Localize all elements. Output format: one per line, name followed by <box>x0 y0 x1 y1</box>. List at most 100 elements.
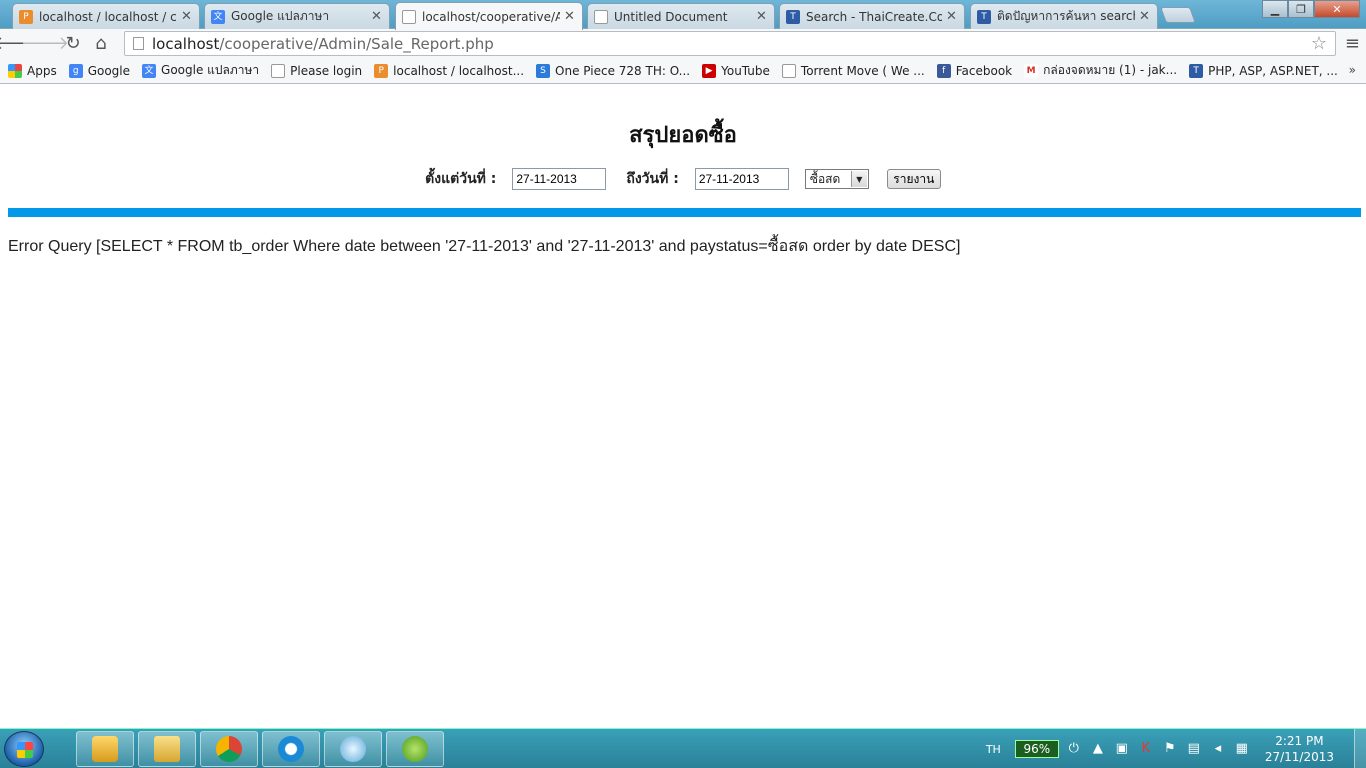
thaicreate-icon: T <box>977 9 991 24</box>
taskbar-media-app[interactable] <box>324 731 382 767</box>
show-desktop-button[interactable] <box>1354 729 1366 768</box>
tab-phpmyadmin[interactable]: P localhost / localhost / coo ✕ <box>12 3 200 29</box>
report-filter-form: ตั้งแต่วันที่ : ถึงวันที่ : ซื้อสด ▼ ราย… <box>0 168 1366 190</box>
taskbar-chrome[interactable] <box>200 731 258 767</box>
bookmark-phpmyadmin[interactable]: Plocalhost / localhost... <box>374 63 525 78</box>
from-date-input[interactable] <box>512 168 607 190</box>
new-tab-button[interactable] <box>1160 7 1196 23</box>
page-icon <box>781 63 796 78</box>
page-icon <box>594 9 608 24</box>
home-icon[interactable]: ⌂ <box>87 31 115 57</box>
from-date-label: ตั้งแต่วันที่ : <box>425 171 497 187</box>
address-bar[interactable]: localhost/cooperative/Admin/Sale_Report.… <box>124 31 1336 56</box>
media-app-icon <box>340 736 366 762</box>
report-button[interactable]: รายงาน <box>886 169 941 189</box>
tab-label: localhost/cooperative/Adm <box>422 9 560 24</box>
outlook-icon <box>92 736 118 762</box>
google-translate-icon: 文 <box>211 9 225 24</box>
close-icon[interactable]: ✕ <box>181 9 193 24</box>
bookmark-star-icon[interactable]: ☆ <box>1311 33 1327 54</box>
bookmark-apps[interactable]: Apps <box>8 63 57 78</box>
action-center-icon[interactable]: ⚑ <box>1163 742 1177 756</box>
bookmark-label: localhost / localhost... <box>393 63 525 78</box>
tab-untitled-document[interactable]: Untitled Document ✕ <box>587 3 775 29</box>
bookmark-please-login[interactable]: Please login <box>271 63 363 78</box>
start-button[interactable] <box>4 731 44 767</box>
network-icon[interactable]: ▦ <box>1235 742 1249 756</box>
taskbar-outlook[interactable] <box>76 731 134 767</box>
bookmark-thaicreate[interactable]: T PHP, ASP, ASP.NET, ... <box>1189 63 1338 78</box>
page-content: สรุปยอดซื้อ ตั้งแต่วันที่ : ถึงวันที่ : … <box>0 85 1366 728</box>
show-hidden-icons-icon[interactable]: ▲ <box>1091 742 1105 756</box>
bookmark-torrent-move[interactable]: Torrent Move ( We ... <box>781 63 925 78</box>
phpmyadmin-icon: P <box>19 9 33 24</box>
tab-label: localhost / localhost / coo <box>39 9 177 24</box>
tab-thaicreate-search[interactable]: T Search - ThaiCreate.Com ✕ <box>779 3 965 29</box>
dropdown-arrow-icon[interactable]: ▼ <box>850 171 867 187</box>
bookmarks-overflow-button[interactable]: » <box>1349 63 1356 77</box>
tab-label: ติดปัญหาการค้นหา search 3 <box>997 9 1135 23</box>
bookmark-gmail[interactable]: M กล่องจดหมาย (1) - jak... <box>1024 61 1177 80</box>
page-icon <box>271 63 286 78</box>
windows-logo-icon <box>17 742 33 758</box>
taskbar-explorer[interactable] <box>138 731 196 767</box>
bookmark-label: Google <box>87 63 131 78</box>
bookmark-label: กล่องจดหมาย (1) - jak... <box>1043 63 1178 77</box>
usb-device-icon[interactable]: ▤ <box>1187 742 1201 756</box>
language-indicator[interactable]: TH <box>986 743 1001 756</box>
system-tray: TH 96% ⏻ ▲ ▣ K ⚑ ▤ ◂ ▦ 2:21 PM 27/11/201… <box>986 729 1366 768</box>
close-icon[interactable]: ✕ <box>946 9 958 24</box>
phpmyadmin-icon: P <box>374 63 389 78</box>
google-icon: g <box>68 63 83 78</box>
taskbar-internet-explorer[interactable] <box>262 731 320 767</box>
paystatus-selected-value: ซื้อสด <box>809 171 841 186</box>
antivirus-icon[interactable]: K <box>1139 742 1153 756</box>
facebook-icon: f <box>936 63 951 78</box>
bookmark-google[interactable]: g Google <box>68 63 131 78</box>
to-date-input[interactable] <box>694 168 789 190</box>
internet-explorer-icon <box>278 736 304 762</box>
bookmark-one-piece[interactable]: S One Piece 728 TH: O... <box>536 63 691 78</box>
dreamweaver-icon <box>402 736 428 762</box>
apps-grid-icon <box>8 63 22 78</box>
bookmark-google-translate[interactable]: 文 Google แปลภาษา <box>142 61 259 80</box>
paystatus-select[interactable]: ซื้อสด ▼ <box>804 169 869 189</box>
bookmark-label: Please login <box>290 63 363 78</box>
bookmark-youtube[interactable]: ▶ YouTube <box>702 63 770 78</box>
window-controls: ▁ ❐ ✕ <box>1262 0 1360 18</box>
power-plug-icon[interactable]: ⏻ <box>1067 742 1081 756</box>
tab-label: Untitled Document <box>614 9 728 24</box>
battery-indicator[interactable]: 96% <box>1014 740 1059 758</box>
close-icon[interactable]: ✕ <box>371 9 383 24</box>
bookmarks-bar: Apps g Google 文 Google แปลภาษา Please logi… <box>0 58 1366 84</box>
tab-google-translate[interactable]: 文 Google แปลภาษา ✕ <box>204 3 390 29</box>
bookmark-label: Apps <box>27 63 57 78</box>
tab-label: Search - ThaiCreate.Com <box>806 9 942 24</box>
forward-arrow-icon[interactable]: 🡒 <box>21 31 69 57</box>
explorer-folder-icon <box>154 736 180 762</box>
close-icon[interactable]: ✕ <box>756 9 768 24</box>
close-window-button[interactable]: ✕ <box>1314 0 1360 18</box>
bookmark-label: Google แปลภาษา <box>161 63 260 77</box>
minimize-button[interactable]: ▁ <box>1262 0 1288 18</box>
windows-taskbar: TH 96% ⏻ ▲ ▣ K ⚑ ▤ ◂ ▦ 2:21 PM 27/11/201… <box>0 728 1366 768</box>
tab-sale-report[interactable]: localhost/cooperative/Adm ✕ <box>395 2 583 30</box>
menu-icon[interactable]: ≡ <box>1345 33 1360 54</box>
page-icon <box>402 9 416 24</box>
close-icon[interactable]: ✕ <box>564 9 576 24</box>
taskbar-dreamweaver[interactable] <box>386 731 444 767</box>
network-device-icon[interactable]: ▣ <box>1115 742 1129 756</box>
bookmark-facebook[interactable]: f Facebook <box>936 63 1012 78</box>
bookmark-label: One Piece 728 TH: O... <box>555 63 691 78</box>
volume-icon[interactable]: ◂ <box>1211 742 1225 756</box>
maximize-button[interactable]: ❐ <box>1288 0 1314 18</box>
onepiece-icon: S <box>536 63 551 78</box>
page-icon <box>133 37 144 50</box>
url-host: localhost <box>152 34 220 53</box>
tab-thaicreate-problem[interactable]: T ติดปัญหาการค้นหา search 3 ✕ <box>970 3 1158 29</box>
clock[interactable]: 2:21 PM 27/11/2013 <box>1265 733 1334 765</box>
close-icon[interactable]: ✕ <box>1139 9 1151 24</box>
reload-icon[interactable]: ↻ <box>59 31 87 57</box>
page-title: สรุปยอดซื้อ <box>629 123 737 148</box>
bookmark-label: Torrent Move ( We ... <box>800 63 925 78</box>
